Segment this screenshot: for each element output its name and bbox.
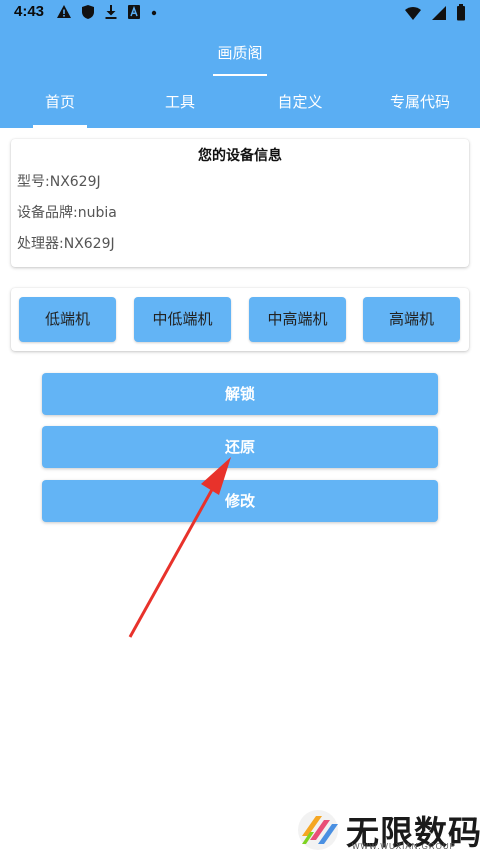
- tab-tools[interactable]: 工具: [120, 78, 240, 128]
- a-app-icon: [127, 4, 141, 20]
- status-bar: 4:43: [0, 0, 480, 26]
- app-bar: 画质阁: [0, 26, 480, 78]
- status-left-icons: [56, 4, 158, 20]
- tab-selected-indicator: [33, 125, 87, 128]
- status-time: 4:43: [14, 3, 45, 20]
- device-level-card: 低端机 中低端机 中高端机 高端机: [11, 288, 469, 351]
- device-processor: 处理器:NX629J: [17, 236, 115, 252]
- watermark-logo-icon: [298, 810, 338, 850]
- wifi-icon: [404, 5, 422, 21]
- warning-icon: [56, 4, 72, 20]
- mid-high-end-button[interactable]: 中高端机: [249, 297, 346, 342]
- shield-icon: [81, 4, 95, 20]
- signal-icon: [431, 5, 447, 21]
- app-title-underline: [213, 74, 267, 76]
- status-right-icons: [404, 4, 466, 21]
- high-end-button[interactable]: 高端机: [363, 297, 460, 342]
- device-info-card: 您的设备信息 型号:NX629J 设备品牌:nubia 处理器:NX629J: [11, 139, 469, 267]
- tab-bar: 首页 工具 自定义 专属代码: [0, 78, 480, 128]
- tab-home[interactable]: 首页: [0, 78, 120, 128]
- mid-low-end-button[interactable]: 中低端机: [134, 297, 231, 342]
- restore-button[interactable]: 还原: [42, 426, 438, 468]
- modify-button[interactable]: 修改: [42, 480, 438, 522]
- watermark-subtext: WWW.WUXIAN.GROUP: [352, 842, 456, 851]
- unlock-button[interactable]: 解锁: [42, 373, 438, 415]
- device-info-title: 您的设备信息: [198, 148, 282, 164]
- tab-exclusive-code[interactable]: 专属代码: [360, 78, 480, 128]
- battery-icon: [456, 4, 466, 21]
- download-icon: [104, 4, 118, 20]
- device-brand: 设备品牌:nubia: [17, 205, 117, 221]
- low-end-button[interactable]: 低端机: [19, 297, 116, 342]
- watermark: 无限数码 WWW.WUXIAN.GROUP: [296, 806, 480, 853]
- screen: 4:43 画质阁 首页 工具 自定义 专属代码 您的设备信息 型号:NX629J…: [0, 0, 480, 853]
- tab-custom[interactable]: 自定义: [240, 78, 360, 128]
- device-model: 型号:NX629J: [17, 174, 101, 190]
- dot-icon: [150, 4, 158, 20]
- app-title: 画质阁: [217, 44, 263, 62]
